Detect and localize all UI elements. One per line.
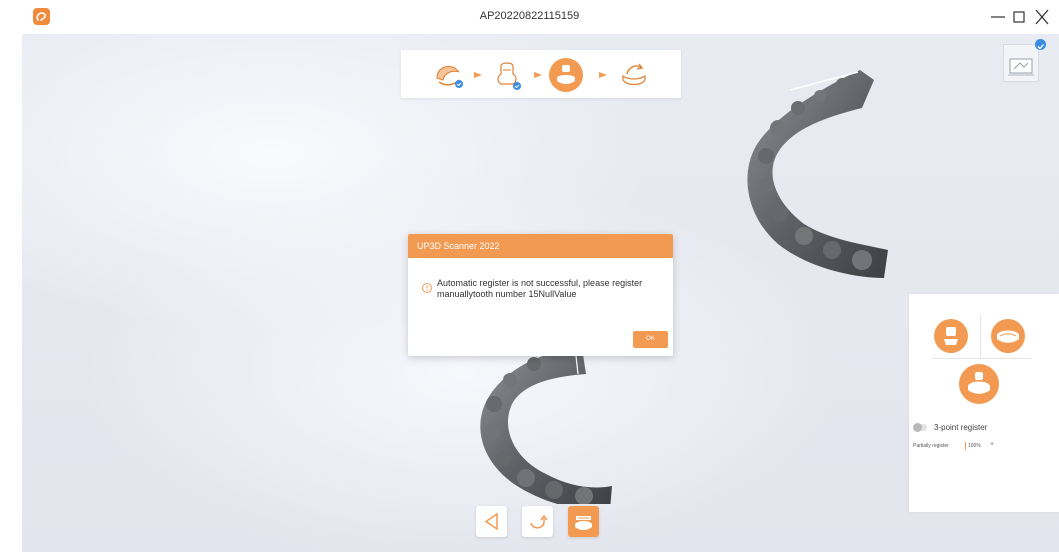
toggle-knob [913,423,922,432]
three-point-toggle[interactable] [913,423,927,432]
warning-icon [422,280,432,293]
maximize-icon[interactable] [1007,6,1031,28]
check-badge-icon [1035,39,1046,50]
title-bar: AP20220822115159 [0,0,1059,35]
panel-divider [932,358,1031,359]
register-model-icon[interactable] [568,506,599,537]
dialog-message: Automatic register is not successful, pl… [437,278,643,299]
panel-divider [980,314,981,358]
lower-dental-model[interactable] [462,334,632,504]
model-scan-icon[interactable] [491,58,525,92]
jaw-scan-icon[interactable] [431,58,465,92]
partially-register-value[interactable]: 100% [968,443,981,449]
register-combined-icon[interactable] [959,364,999,404]
close-icon[interactable] [1030,6,1054,28]
process-icon[interactable] [617,58,651,92]
step-arrow-icon [534,72,542,78]
register-panel: 3-point register Partially register 100%… [909,294,1059,512]
left-gutter [0,34,22,552]
three-point-label: 3-point register [934,423,988,432]
scan-preview-thumbnail[interactable] [1003,44,1039,82]
step-arrow-icon [474,72,482,78]
register-lower-icon[interactable] [991,319,1025,353]
partial-divider [965,442,966,450]
window-title: AP20220822115159 [479,10,580,22]
partially-register-label: Partially register [913,443,949,449]
ok-button[interactable]: OK [633,331,668,348]
register-icon[interactable] [549,58,583,92]
error-dialog: UP3D Scanner 2022 Automatic register is … [408,234,673,356]
dialog-header[interactable]: UP3D Scanner 2022 [408,234,673,258]
step-arrow-icon [599,72,607,78]
back-icon[interactable] [476,506,507,537]
undo-icon[interactable] [522,506,553,537]
upper-dental-model[interactable] [712,64,912,294]
dialog-title: UP3D Scanner 2022 [417,241,500,251]
workflow-steps [401,50,681,98]
partially-register-plus-button[interactable]: + [990,441,994,448]
register-upper-icon[interactable] [934,319,968,353]
